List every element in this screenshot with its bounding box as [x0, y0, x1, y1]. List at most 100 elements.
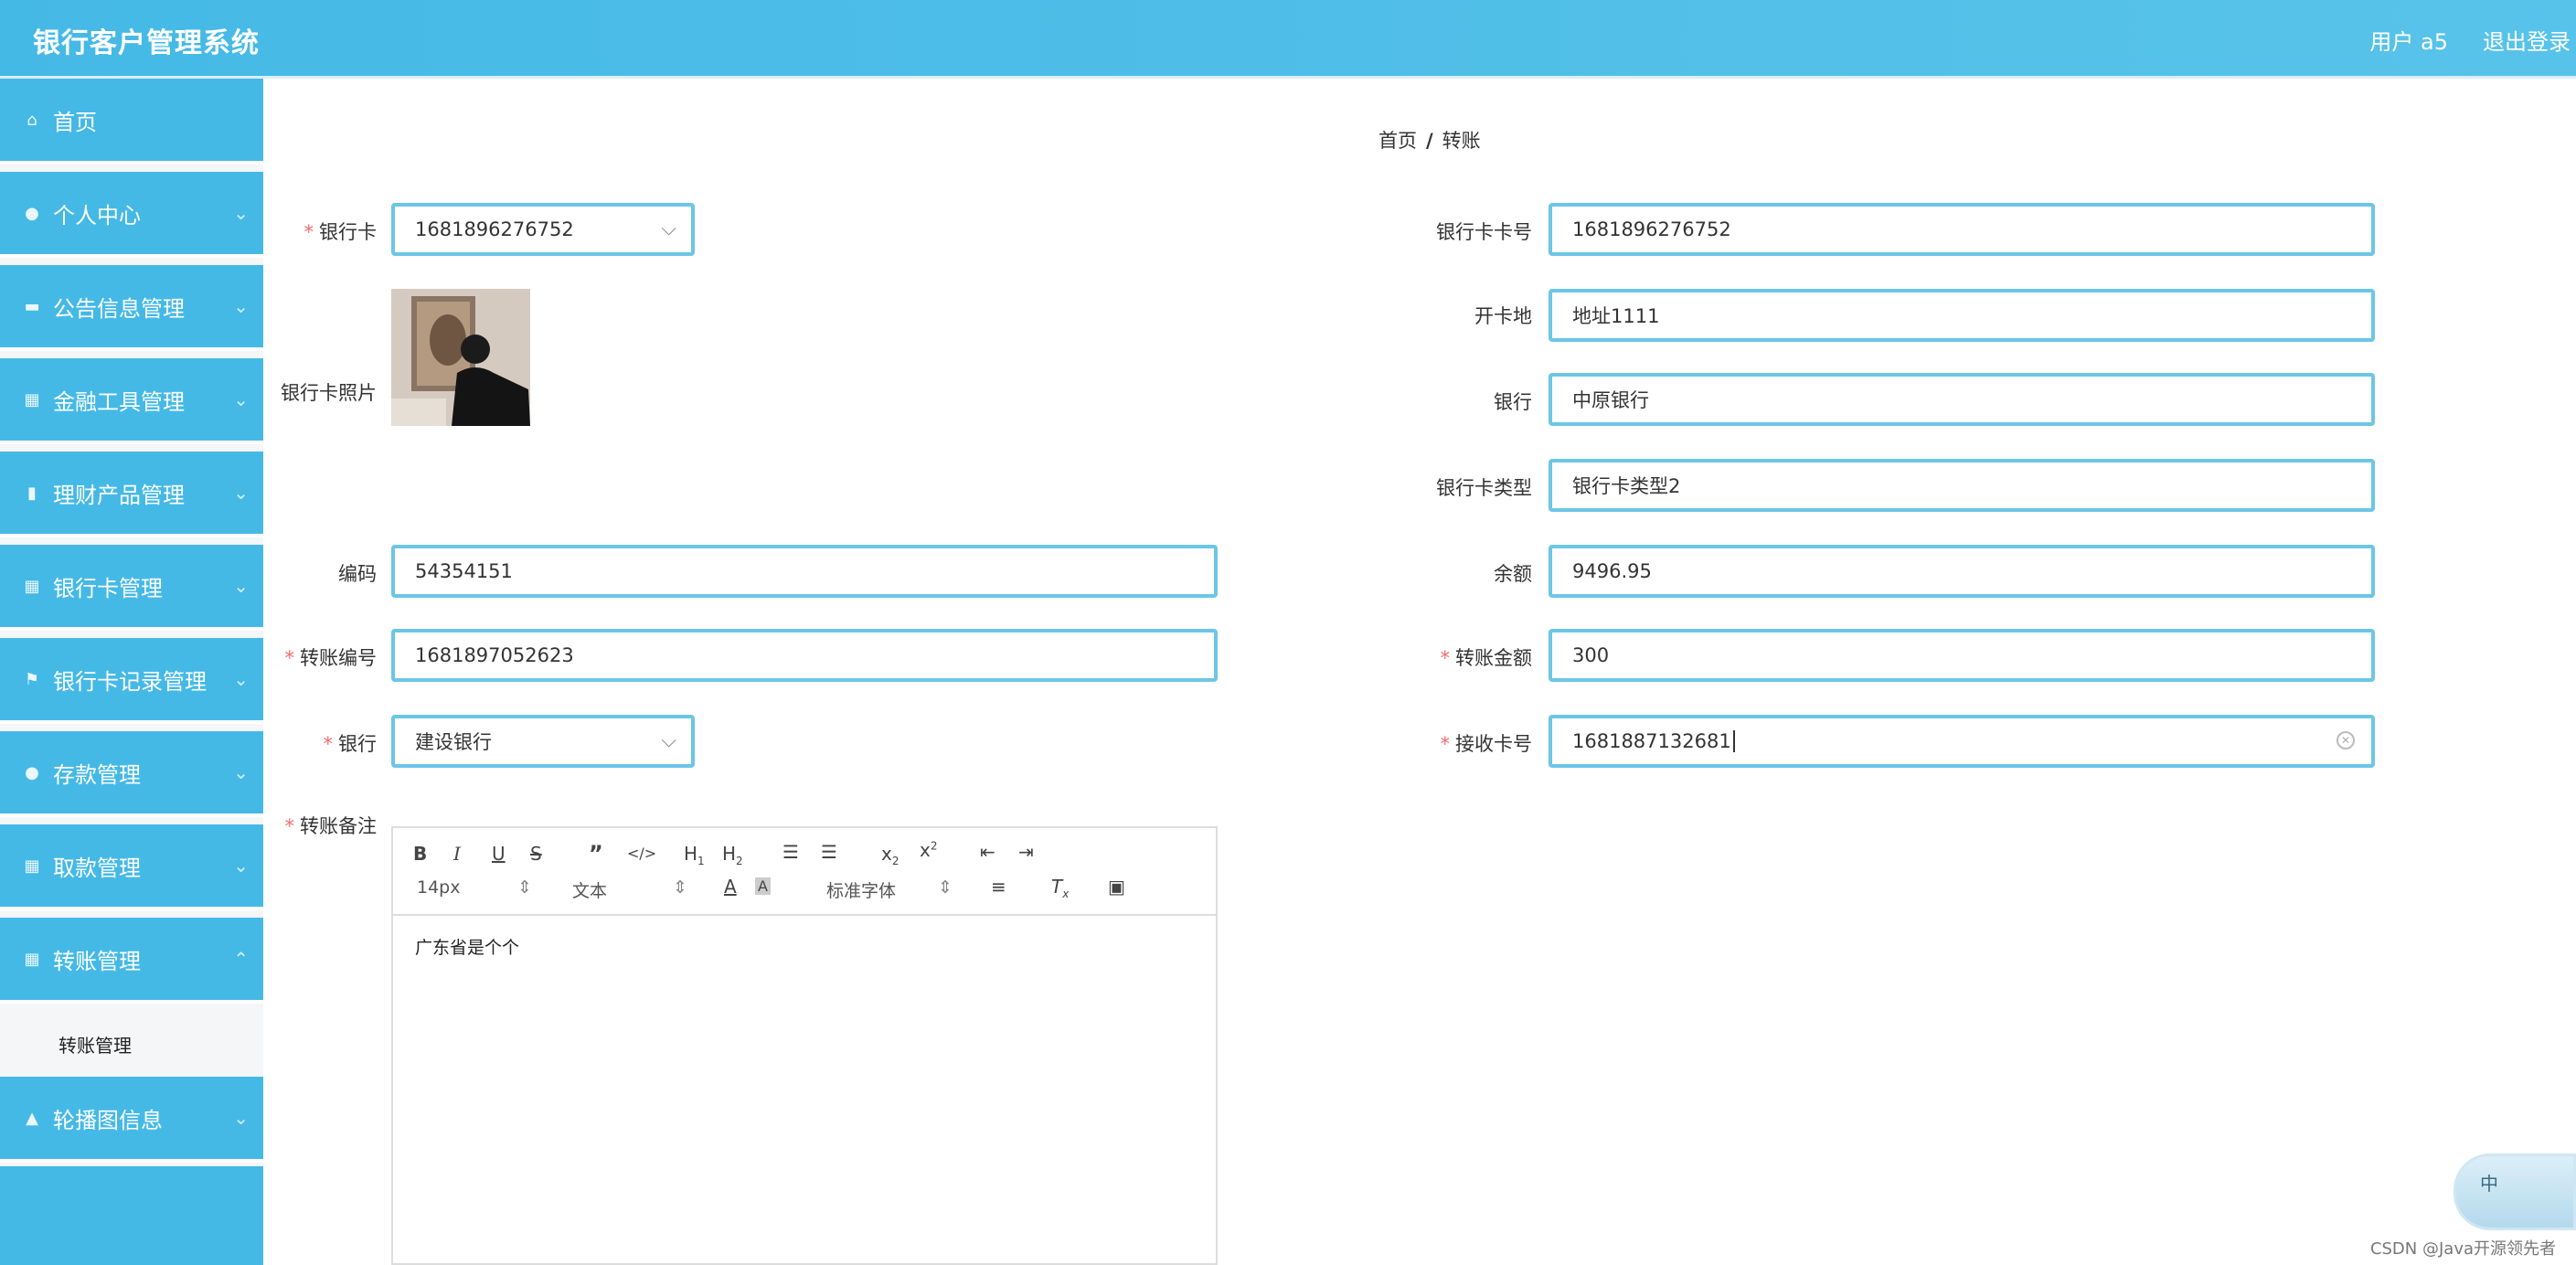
editor-content[interactable]: 广东省是个个	[415, 934, 519, 959]
required-mark: *	[1440, 733, 1451, 755]
remark-editor[interactable]: B I U S ” </> H1 H2 ☰ ☰ x2 x2 ⇤ ⇥ 14px ⇕…	[391, 826, 1218, 1265]
strikethrough-icon[interactable]: S	[530, 843, 542, 865]
card-no-input[interactable]: 1681896276752	[1549, 203, 2375, 256]
home-icon: ⌂	[27, 110, 37, 130]
superscript-icon[interactable]: x2	[920, 839, 937, 861]
card-photo-label: 银行卡照片	[281, 382, 377, 404]
top-header: 银行客户管理系统 用户 a5 退出登录	[0, 0, 2576, 79]
code-label: 编码	[338, 563, 377, 585]
bank-name-label: 银行	[1494, 391, 1532, 413]
clear-icon[interactable]: ✕	[2336, 731, 2355, 749]
chevron-down-icon: ⌄	[233, 482, 249, 504]
amount-label: * 转账金额	[1440, 647, 1533, 669]
transfer-no-input[interactable]: 1681897052623	[391, 629, 1218, 682]
grid-icon: ▦	[24, 389, 40, 409]
text-color-icon[interactable]: A	[724, 876, 737, 898]
sidebar-item-bank-card[interactable]: ▦ 银行卡管理 ⌄	[0, 545, 263, 631]
heading2-icon[interactable]: H2	[722, 843, 743, 867]
chevron-down-icon: ⌵	[661, 729, 676, 752]
receive-card-label: * 接收卡号	[1440, 733, 1533, 755]
sidebar-item-label: 转账管理	[53, 948, 141, 974]
outdent-icon[interactable]: ⇤	[980, 841, 995, 863]
required-mark: *	[303, 221, 314, 243]
remark-label: * 转账备注	[284, 815, 378, 837]
sidebar-subitem-transfer-management[interactable]: 转账管理	[0, 1011, 263, 1077]
sidebar-item-home[interactable]: ⌂ 首页	[0, 79, 263, 165]
grid-icon: ▦	[24, 949, 40, 969]
bank-card-photo	[391, 289, 530, 426]
blockquote-icon[interactable]: ”	[589, 841, 603, 866]
chevron-down-icon: ⌄	[233, 761, 249, 783]
watermark: CSDN @Java开源领先者	[2369, 1239, 2556, 1259]
user-icon: ●	[25, 762, 39, 782]
bold-icon[interactable]: B	[413, 843, 427, 865]
bank-select[interactable]: 建设银行 ⌵	[391, 715, 695, 768]
current-user[interactable]: 用户 a5	[2369, 24, 2448, 56]
underline-icon[interactable]: U	[492, 843, 506, 865]
text-caret	[1732, 730, 1735, 752]
sidebar-item-label: 首页	[53, 109, 97, 135]
format-select[interactable]: 文本	[572, 877, 607, 902]
open-place-input[interactable]: 地址1111	[1549, 289, 2375, 342]
sidebar-item-label: 理财产品管理	[53, 482, 185, 508]
code-input[interactable]: 54354151	[391, 545, 1218, 598]
italic-icon[interactable]: I	[453, 843, 461, 865]
grid-icon: ▦	[24, 856, 40, 876]
card-no-label: 银行卡卡号	[1436, 221, 1532, 243]
code-input-value: 54354151	[415, 560, 513, 582]
indent-icon[interactable]: ⇥	[1018, 841, 1034, 863]
sidebar-item-wealth-products[interactable]: ▮ 理财产品管理 ⌄	[0, 452, 263, 537]
code-block-icon[interactable]: </>	[627, 845, 656, 862]
clear-format-icon[interactable]: Tx	[1051, 876, 1069, 900]
sidebar-item-financial-tools[interactable]: ▦ 金融工具管理 ⌄	[0, 358, 263, 444]
sidebar-item-label: 金融工具管理	[53, 388, 185, 415]
open-place-input-value: 地址1111	[1572, 305, 1660, 327]
receive-card-input[interactable]: 1681887132681 ✕	[1549, 715, 2375, 768]
required-mark: *	[284, 647, 295, 669]
open-place-label: 开卡地	[1474, 305, 1532, 327]
balance-label: 余额	[1494, 563, 1532, 585]
heading1-icon[interactable]: H1	[684, 843, 705, 867]
app-title: 银行客户管理系统	[33, 27, 260, 59]
bank-name-input[interactable]: 中原银行	[1549, 373, 2375, 426]
font-size-select[interactable]: 14px	[417, 877, 460, 898]
ime-widget[interactable]: 中	[2454, 1153, 2576, 1230]
bullet-list-icon[interactable]: ☰	[821, 841, 837, 863]
image-icon[interactable]: ▣	[1108, 876, 1125, 898]
sidebar-item-label: 个人中心	[53, 202, 141, 229]
ordered-list-icon[interactable]: ☰	[782, 841, 799, 863]
bar-chart-icon: ▮	[27, 483, 37, 503]
sidebar-item-withdraw[interactable]: ▦ 取款管理 ⌄	[0, 824, 263, 910]
breadcrumb-current: 转账	[1442, 130, 1481, 152]
amount-input[interactable]: 300	[1549, 629, 2375, 682]
sidebar-item-label: 公告信息管理	[53, 295, 185, 322]
card-no-input-value: 1681896276752	[1572, 218, 1731, 240]
flag-icon: ⚑	[24, 669, 40, 689]
user-icon: ●	[25, 203, 39, 223]
sidebar-item-notice[interactable]: ▬ 公告信息管理 ⌄	[0, 265, 263, 351]
sidebar-item-label: 轮播图信息	[53, 1107, 163, 1133]
grid-icon: ▦	[24, 576, 40, 596]
image-icon: ▲	[26, 1108, 38, 1128]
sidebar-item-carousel[interactable]: ▲ 轮播图信息 ⌄	[0, 1077, 263, 1163]
breadcrumb-home[interactable]: 首页	[1378, 130, 1417, 152]
logout-button[interactable]: 退出登录	[2483, 24, 2571, 56]
balance-input[interactable]: 9496.95	[1549, 545, 2375, 598]
sidebar-item-personal-center[interactable]: ● 个人中心 ⌄	[0, 172, 263, 258]
subscript-icon[interactable]: x2	[881, 843, 899, 867]
sidebar: ⌂ 首页 ● 个人中心 ⌄ ▬ 公告信息管理 ⌄ ▦ 金融工具管理 ⌄ ▮ 理财…	[0, 79, 263, 1265]
font-family-select[interactable]: 标准字体	[826, 877, 896, 902]
sidebar-item-card-records[interactable]: ⚑ 银行卡记录管理 ⌄	[0, 638, 263, 724]
chevron-down-icon: ⌄	[233, 202, 249, 224]
breadcrumb: 首页 / 转账	[1378, 126, 1481, 154]
sidebar-item-deposit[interactable]: ● 存款管理 ⌄	[0, 731, 263, 817]
background-color-icon[interactable]: A	[755, 877, 771, 895]
sidebar-item-label: 银行卡记录管理	[53, 668, 207, 695]
card-type-input[interactable]: 银行卡类型2	[1549, 459, 2375, 512]
align-icon[interactable]: ≡	[991, 876, 1006, 898]
sidebar-item-transfer[interactable]: ▦ 转账管理 ⌃	[0, 918, 263, 1004]
bank-card-select[interactable]: 1681896276752 ⌵	[391, 203, 695, 256]
amount-input-value: 300	[1572, 644, 1610, 666]
required-mark: *	[1440, 647, 1451, 669]
transfer-no-input-value: 1681897052623	[415, 644, 574, 666]
